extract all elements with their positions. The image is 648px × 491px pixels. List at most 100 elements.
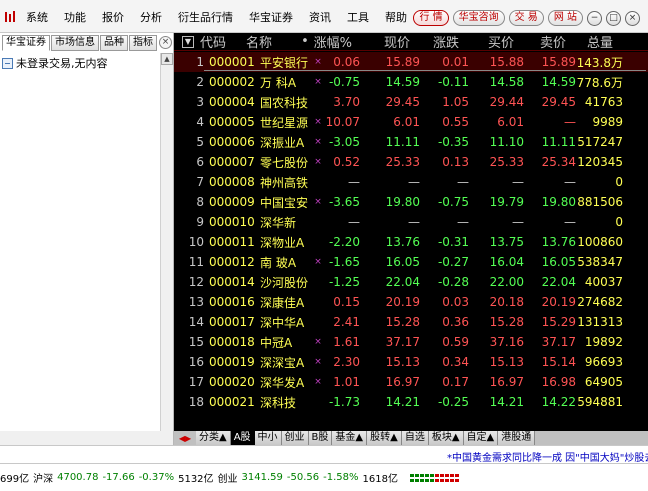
header-change[interactable]: 涨跌 bbox=[410, 33, 459, 51]
market-tab-1[interactable]: A股 bbox=[230, 431, 255, 445]
market-tab-7[interactable]: 自选 bbox=[401, 431, 429, 445]
total-volume: 40037 bbox=[584, 275, 623, 289]
change-pct: 1.01 bbox=[333, 375, 360, 389]
total-volume: 538347 bbox=[577, 255, 623, 269]
scroll-up-icon[interactable]: ▲ bbox=[161, 53, 173, 65]
menu-item-3[interactable]: 分析 bbox=[140, 9, 170, 25]
tree-item[interactable]: 未登录交易,无内容 bbox=[2, 55, 158, 71]
table-row[interactable]: 9 000010 深华新 — — — — — 0 bbox=[174, 212, 648, 232]
bid-price: — bbox=[512, 175, 524, 189]
table-row[interactable]: 10 000011 深物业A -2.20 13.76 -0.31 13.75 13.76 100… bbox=[174, 232, 648, 252]
bid-price: 15.88 bbox=[489, 55, 524, 69]
stock-code: 000004 bbox=[209, 95, 255, 109]
table-row[interactable]: 1 000001 平安银行 × 0.06 15.89 0.01 15.88 15.89 143.8… bbox=[174, 52, 648, 72]
left-scrollbar[interactable]: ▲ bbox=[160, 53, 173, 451]
header-code[interactable]: 代码 bbox=[200, 33, 240, 51]
header-change-pct[interactable]: 涨幅% bbox=[310, 33, 352, 51]
ticker-text[interactable]: *中国黄金需求同比降一成 因"中国大妈"炒股去 bbox=[447, 449, 648, 464]
market-tab-4[interactable]: B股 bbox=[308, 431, 333, 445]
table-row[interactable]: 6 000007 零七股份 × 0.52 25.33 0.13 25.33 25.34 12034… bbox=[174, 152, 648, 172]
close-icon[interactable]: × bbox=[625, 10, 640, 26]
price-change: 0.59 bbox=[442, 335, 469, 349]
current-price: — bbox=[408, 175, 420, 189]
market-tab-list: 分类▲ A股 中小 创业 B股 基金▲ 股转▲ 自选 板块▲ 自定▲ 港股通 bbox=[196, 431, 536, 445]
table-row[interactable]: 8 000009 中国宝安 × -3.65 19.80 -0.75 19.79 19.80 881… bbox=[174, 192, 648, 212]
table-row[interactable]: 12 000014 沙河股份 -1.25 22.04 -0.28 22.00 22.04 400… bbox=[174, 272, 648, 292]
current-price: 15.28 bbox=[385, 315, 420, 329]
stock-name: 中国宝安 bbox=[260, 195, 309, 210]
stock-code: 000021 bbox=[209, 395, 255, 409]
menu-item-5[interactable]: 华宝证券 bbox=[249, 9, 301, 25]
status-bar: 699亿 沪深 4700.78 -17.66 -0.37% 5132亿 创业 3… bbox=[0, 463, 648, 491]
menu-item-4[interactable]: 衍生品行情 bbox=[178, 9, 241, 25]
change-pct: — bbox=[348, 215, 360, 229]
market-tab-6[interactable]: 股转▲ bbox=[367, 431, 402, 445]
menu-item-1[interactable]: 功能 bbox=[64, 9, 94, 25]
table-row[interactable]: 11 000012 南 玻A × -1.65 16.05 -0.27 16.04 16.05 53… bbox=[174, 252, 648, 272]
row-index: 18 bbox=[188, 395, 204, 409]
menu-item-8[interactable]: 帮助 bbox=[385, 9, 415, 25]
header-ask[interactable]: 卖价 bbox=[514, 33, 566, 51]
panel-close-icon[interactable]: × bbox=[159, 36, 172, 49]
minimize-icon[interactable]: − bbox=[587, 10, 602, 26]
header-name[interactable]: 名称 bbox=[240, 33, 300, 51]
market-tab-2[interactable]: 中小 bbox=[254, 431, 282, 445]
trade-button[interactable]: 交 易 bbox=[508, 10, 544, 26]
stock-code: 000010 bbox=[209, 215, 255, 229]
menu-item-6[interactable]: 资讯 bbox=[309, 9, 339, 25]
table-row[interactable]: 4 000005 世纪星源 × 10.07 6.01 0.55 6.01 — 9989 bbox=[174, 112, 648, 132]
table-row[interactable]: 7 000008 神州高铁 — — — — — 0 bbox=[174, 172, 648, 192]
stock-name: 南 玻A bbox=[260, 255, 297, 270]
status-sh-pct: -0.37% bbox=[138, 472, 175, 483]
tab-nav-arrows-icon[interactable]: ◀▶ bbox=[174, 431, 196, 445]
price-change: -0.27 bbox=[437, 255, 469, 269]
table-row[interactable]: 3 000004 国农科技 3.70 29.45 1.05 29.44 29.45 41763 bbox=[174, 92, 648, 112]
total-volume: 9989 bbox=[592, 115, 623, 129]
current-price: 19.80 bbox=[385, 195, 420, 209]
change-pct: 1.61 bbox=[333, 335, 360, 349]
table-row[interactable]: 13 000016 深康佳A 0.15 20.19 0.03 20.18 20.19 27468… bbox=[174, 292, 648, 312]
menu-item-2[interactable]: 报价 bbox=[102, 9, 132, 25]
website-button[interactable]: 网 站 bbox=[547, 10, 583, 26]
tab-variety[interactable]: 品种 bbox=[100, 35, 128, 51]
market-tab-8[interactable]: 板块▲ bbox=[428, 431, 464, 445]
market-tab-5[interactable]: 基金▲ bbox=[332, 431, 368, 445]
maximize-icon[interactable]: □ bbox=[606, 10, 621, 26]
bid-price: 14.58 bbox=[489, 75, 524, 89]
table-row[interactable]: 18 000021 深科技 -1.73 14.21 -0.25 14.21 14.22 5948… bbox=[174, 392, 648, 412]
header-volume[interactable]: 总量 bbox=[566, 33, 613, 51]
table-row[interactable]: 16 000019 深深宝A × 2.30 15.13 0.34 15.13 15.14 9669… bbox=[174, 352, 648, 372]
price-change: 0.17 bbox=[442, 375, 469, 389]
menu-item-7[interactable]: 工具 bbox=[347, 9, 377, 25]
consult-button[interactable]: 华宝咨询 bbox=[452, 10, 505, 26]
table-row[interactable]: 15 000018 中冠A × 1.61 37.17 0.59 37.16 37.17 19892 bbox=[174, 332, 648, 352]
market-tab-3[interactable]: 创业 bbox=[281, 431, 309, 445]
table-row[interactable]: 14 000017 深中华A 2.41 15.28 0.36 15.28 15.29 13131… bbox=[174, 312, 648, 332]
tab-market-info[interactable]: 市场信息 bbox=[51, 35, 99, 51]
stock-code: 000014 bbox=[209, 275, 255, 289]
total-volume: 517247 bbox=[577, 135, 623, 149]
sort-dropdown-icon[interactable]: ▼ bbox=[182, 35, 194, 48]
total-volume: 594881 bbox=[577, 395, 623, 409]
ask-price: 16.98 bbox=[541, 375, 576, 389]
table-row[interactable]: 2 000002 万 科A × -0.75 14.59 -0.11 14.58 14.59 778… bbox=[174, 72, 648, 92]
tab-huabao[interactable]: 华宝证券 bbox=[2, 35, 50, 51]
menu-item-0[interactable]: 系统 bbox=[26, 9, 56, 25]
table-row[interactable]: 5 000006 深振业A × -3.05 11.11 -0.35 11.10 11.11 517… bbox=[174, 132, 648, 152]
status-cy-label: 创业 bbox=[217, 474, 238, 485]
market-tab-0[interactable]: 分类▲ bbox=[196, 431, 231, 445]
tab-indicator[interactable]: 指标 bbox=[129, 35, 157, 51]
header-bid[interactable]: 买价 bbox=[459, 33, 514, 51]
market-tab-9[interactable]: 自定▲ bbox=[463, 431, 499, 445]
top-buttons: 行 情 华宝咨询 交 易 网 站 − □ × bbox=[413, 10, 640, 26]
stock-code: 000006 bbox=[209, 135, 255, 149]
header-price[interactable]: 现价 bbox=[352, 33, 410, 51]
status-cy-change: -50.56 bbox=[286, 472, 320, 483]
ask-price: 22.04 bbox=[541, 275, 576, 289]
row-index: 17 bbox=[188, 375, 204, 389]
table-row[interactable]: 17 000020 深华发A × 1.01 16.97 0.17 16.97 16.98 6490… bbox=[174, 372, 648, 392]
quote-button[interactable]: 行 情 bbox=[413, 10, 449, 26]
current-price: 11.11 bbox=[385, 135, 420, 149]
market-tab-10[interactable]: 港股通 bbox=[498, 431, 536, 445]
ask-price: 15.14 bbox=[541, 355, 576, 369]
